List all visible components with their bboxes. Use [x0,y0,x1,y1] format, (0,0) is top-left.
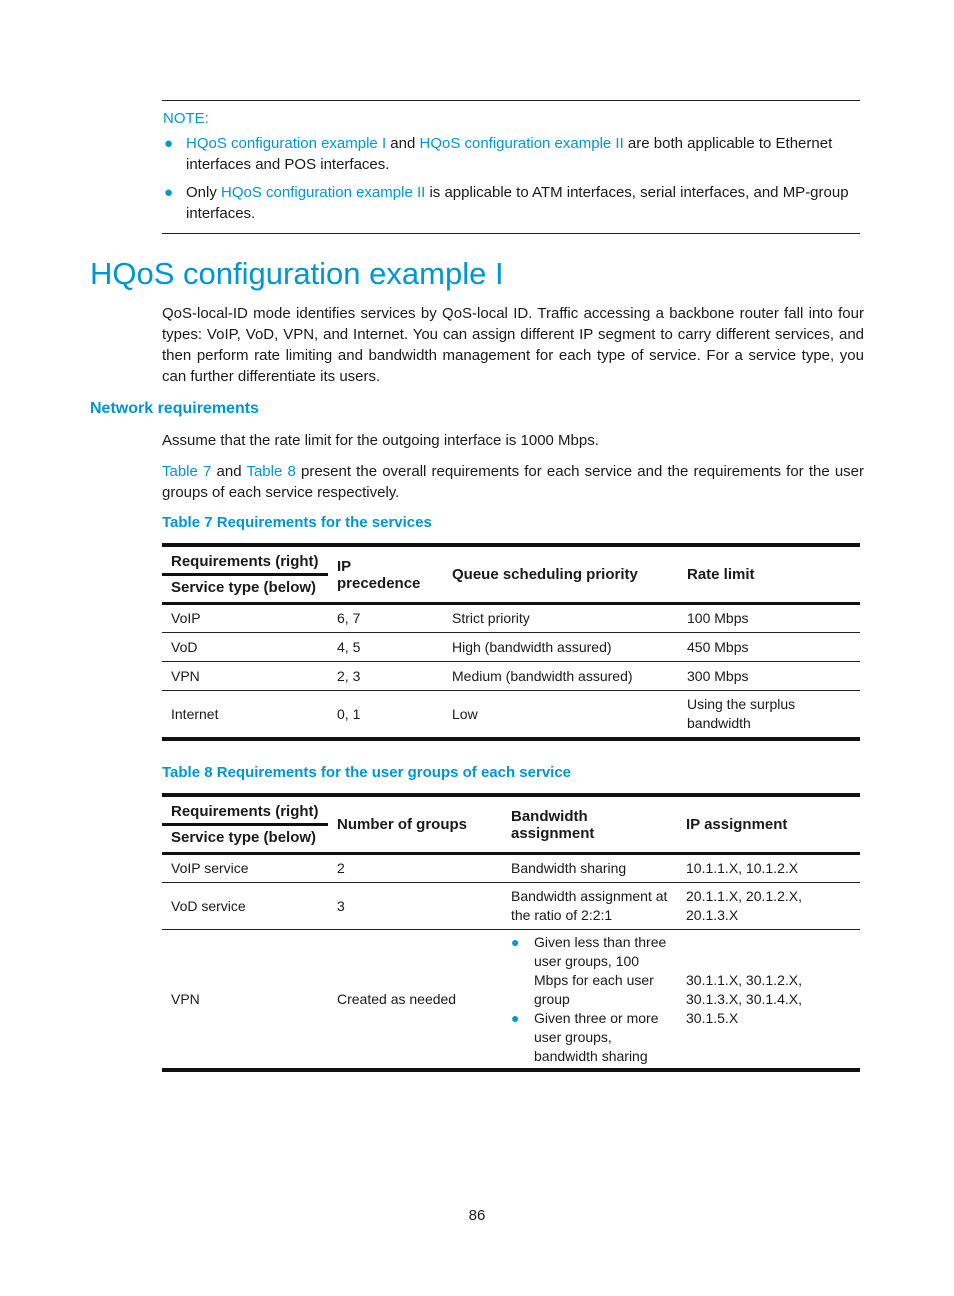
cell: High (bandwidth assured) [452,638,612,655]
table-row: VPN 2, 3 Medium (bandwidth assured) 300 … [162,661,860,691]
note-item: ● HQoS configuration example I and HQoS … [162,133,860,175]
cell: 0, 1 [337,705,361,722]
table8-user-groups: Requirements (right) Service type (below… [162,793,860,1072]
table-header-row: Requirements (right) Service type (below… [162,793,860,854]
list-item: ● Given three or more user groups, bandwi… [511,1009,668,1066]
cell: Medium (bandwidth assured) [452,667,633,684]
cell: 450 Mbps [687,638,749,655]
cell: 300 Mbps [687,667,749,684]
link-table-8[interactable]: Table 8 [246,463,295,480]
page-title: HQoS configuration example I [90,256,504,291]
list-item-text: Given three or more user groups, bandwid… [534,1010,659,1064]
column-header: Rate limit [678,543,860,604]
list-item: ● Given less than three user groups, 100 … [511,933,668,1009]
bullet-icon: ● [511,1010,520,1026]
cell: 2, 3 [337,667,361,684]
paragraph-text: and [211,463,247,480]
cell: 100 Mbps [687,610,749,626]
cell: 3 [337,897,345,914]
bullet-icon: ● [511,934,520,950]
table7-caption: Table 7 Requirements for the services [162,514,432,531]
table-row: VoIP 6, 7 Strict priority 100 Mbps [162,603,860,633]
intro-paragraph: QoS-local-ID mode identifies services by… [162,305,864,385]
cell: 30.1.1.X, 30.1.2.X, 30.1.3.X, 30.1.4.X, … [686,971,802,1026]
table7-services: Requirements (right) Service type (below… [162,543,860,741]
cell: Using the surplus bandwidth [687,696,796,731]
cell: Bandwidth sharing [511,860,627,876]
bullet-icon: ● [164,184,174,201]
cell: 2 [337,860,345,876]
cell: 10.1.1.X, 10.1.2.X [686,860,799,876]
table-row: Internet 0, 1 Low Using the surplus band… [162,690,860,739]
column-header: Queue scheduling priority [443,543,678,604]
cell: 20.1.1.X, 20.1.2.X, 20.1.3.X [686,888,802,923]
cell: ● Given less than three user groups, 100 … [502,930,677,1071]
page-number: 86 [468,1207,486,1224]
cell: 4, 5 [337,638,361,655]
corner-bottom-label: Service type (below) [171,579,317,596]
column-header: Number of groups [328,793,502,854]
table-row: VPN Created as needed ● Given less than t… [162,929,860,1071]
column-header: IP precedence [328,543,443,604]
note-list: ● HQoS configuration example I and HQoS … [162,133,860,224]
corner-top-label: Requirements (right) [162,547,328,576]
cell: 6, 7 [337,610,361,626]
section-title: Network requirements [90,400,259,417]
corner-bottom-label: Service type (below) [171,829,317,846]
note-text: Only [186,184,222,201]
cell: VoIP [171,610,201,626]
cell: VoD service [171,897,246,914]
note-item: ● Only HQoS configuration example II is … [162,182,860,224]
link-hqos-example-2[interactable]: HQoS configuration example II [419,135,623,152]
cell: Low [452,705,478,722]
note-box: NOTE: ● HQoS configuration example I and… [162,100,860,234]
table8-caption: Table 8 Requirements for the user groups… [162,764,572,781]
note-title: NOTE: [163,110,209,127]
cell: Bandwidth assignment at the ratio of 2:2… [511,888,668,923]
column-header: Bandwidth assignment [502,793,677,854]
column-header: IP assignment [677,793,860,854]
cell: Created as needed [337,990,457,1007]
corner-top-label: Requirements (right) [162,797,328,826]
bandwidth-list: ● Given less than three user groups, 100 … [511,933,668,1066]
cell: VPN [171,990,200,1007]
corner-header: Requirements (right) Service type (below… [162,793,328,854]
link-table-7[interactable]: Table 7 [162,463,211,480]
note-text: and [386,135,420,152]
list-item-text: Given less than three user groups, 100 M… [534,934,667,1007]
corner-header: Requirements (right) Service type (below… [162,543,328,604]
table-row: VoIP service 2 Bandwidth sharing 10.1.1.… [162,853,860,883]
cell: VoIP service [171,860,249,876]
table-row: VoD 4, 5 High (bandwidth assured) 450 Mb… [162,632,860,662]
cell: Internet [171,705,219,722]
table-header-row: Requirements (right) Service type (below… [162,543,860,604]
bullet-icon: ● [164,135,174,152]
tables-reference-paragraph: Table 7 and Table 8 present the overall … [162,461,864,503]
link-hqos-example-1[interactable]: HQoS configuration example I [186,135,386,152]
table-row: VoD service 3 Bandwidth assignment at th… [162,882,860,930]
cell: VPN [171,667,200,684]
link-hqos-example-2[interactable]: HQoS configuration example II [221,184,425,201]
cell: VoD [171,638,198,655]
rate-limit-paragraph: Assume that the rate limit for the outgo… [162,432,599,449]
cell: Strict priority [452,610,530,626]
